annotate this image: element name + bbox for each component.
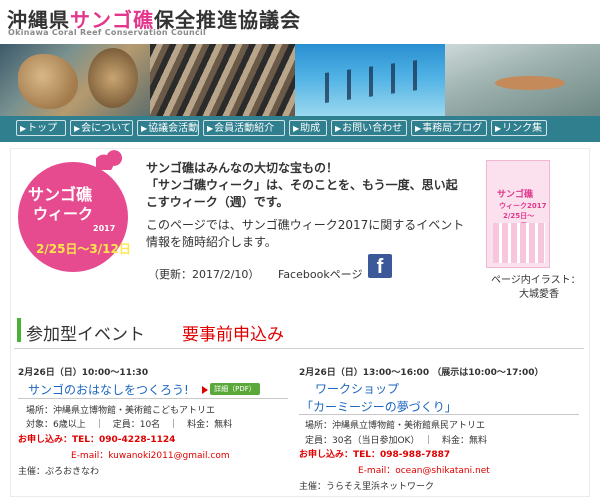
event2-host: 主催：うらそえ里浜ネットワーク [299,482,435,492]
triangle-right-icon: ▶ [207,124,214,133]
section-divider [14,348,584,349]
banner-photo-school [295,44,445,116]
facebook-icon[interactable]: f [368,254,392,278]
poster-title: サンゴ礁 [497,190,534,200]
event1-email[interactable]: E-mail：kuwanoki2011@gmail.com [71,448,230,461]
logo-year: 2017 [93,224,116,233]
logo-line2: ウィーク [33,205,94,223]
banner-photo-fish [150,44,295,116]
triangle-right-icon: ▶ [293,124,300,133]
event2-email[interactable]: E-mail：ocean@shikatani.net [358,463,490,476]
event1-place: 場所：沖縄県立博物館・美術館こどもアトリエ [26,406,216,416]
nav-item-links[interactable]: ▶リンク集 [491,120,547,136]
event1-title-underline [18,398,288,399]
banner-photo-shrimp [445,44,600,116]
poster-illustration [493,223,545,263]
triangle-right-icon: ▶ [20,124,27,133]
event2-title-underline [299,414,579,415]
event1-title[interactable]: サンゴのおはなしをつくろう! [28,381,189,398]
event-poster[interactable]: サンゴ礁 ウィーク2017 2/25日〜3/12日 [486,160,550,268]
site-subtitle: Okinawa Coral Reef Conservation Council [8,28,207,37]
intro-normal: このページでは、サンゴ礁ウィーク2017に関するイベント 情報を随時紹介します。 [146,218,465,249]
poster-caption: ページ内イラスト： [491,275,581,286]
logo-line1: サンゴ礁 [28,185,93,204]
event2-details: 定員：30名（当日参加OK） ｜ 料金：無料 [305,436,487,446]
event2-apply: お申し込み：TEL：098-988-7887 [299,450,451,460]
event1-details: 対象：6歳以上 ｜ 定員：10名 ｜ 料金：無料 [26,420,233,430]
main-nav: ▶トップ ▶会について ▶協議会活動 ▶会員活動紹介 ▶助成 ▶お問い合わせ ▶… [0,116,600,142]
facebook-link[interactable]: Facebookページ [278,266,362,282]
nav-item-top[interactable]: ▶トップ [16,120,66,136]
event1-host: 主催：ぷろおきなわ [18,467,100,477]
section-title-red: 要事前申込み [182,325,284,345]
section-title: 参加型イベント [26,325,145,345]
event1-date: 2月26日（日）10:00～11:30 [18,368,149,378]
nav-item-grant[interactable]: ▶助成 [289,120,327,136]
event2-title-line2[interactable]: 「カーミージーの夢づくり」 [301,398,457,415]
site-header: 沖縄県サンゴ礁保全推進協議会 Okinawa Coral Reef Conser… [0,0,600,44]
event2-date: 2月26日（日）13:00～16:00 （展示は10:00～17:00） [299,368,544,378]
nav-item-about[interactable]: ▶会について [70,120,133,136]
intro-bold: サンゴ礁はみんなの大切な宝もの！ 「サンゴ礁ウィーク」は、そのことを、もう一度、… [146,161,458,209]
play-icon [202,386,208,394]
poster-subtitle: ウィーク2017 [499,202,547,210]
event2-place: 場所：沖縄県立博物館・美術館県民アトリエ [305,421,486,431]
update-date: （更新：2017/2/10） [148,268,260,281]
banner-photo-coral [0,44,150,116]
nav-item-members[interactable]: ▶会員活動紹介 [203,120,285,136]
photo-banner [0,44,600,116]
nav-item-contact[interactable]: ▶お問い合わせ [331,120,407,136]
event2-title-line1[interactable]: ワークショップ [315,380,399,397]
poster-artist: 大城愛香 [519,289,559,300]
triangle-right-icon: ▶ [495,124,502,133]
nav-item-blog[interactable]: ▶事務局ブログ [411,120,487,136]
triangle-right-icon: ▶ [415,124,422,133]
event1-pdf-button[interactable]: 詳細（PDF） [210,383,260,395]
logo-dates: 2/25日〜3/12日 [36,242,131,256]
triangle-right-icon: ▶ [335,124,342,133]
nav-item-council[interactable]: ▶協議会活動 [137,120,199,136]
section-bar [17,318,21,342]
event1-apply: お申し込み：TEL：090-4228-1124 [18,435,176,445]
triangle-right-icon: ▶ [74,124,81,133]
triangle-right-icon: ▶ [141,124,148,133]
coral-sprig-icon [96,150,122,170]
